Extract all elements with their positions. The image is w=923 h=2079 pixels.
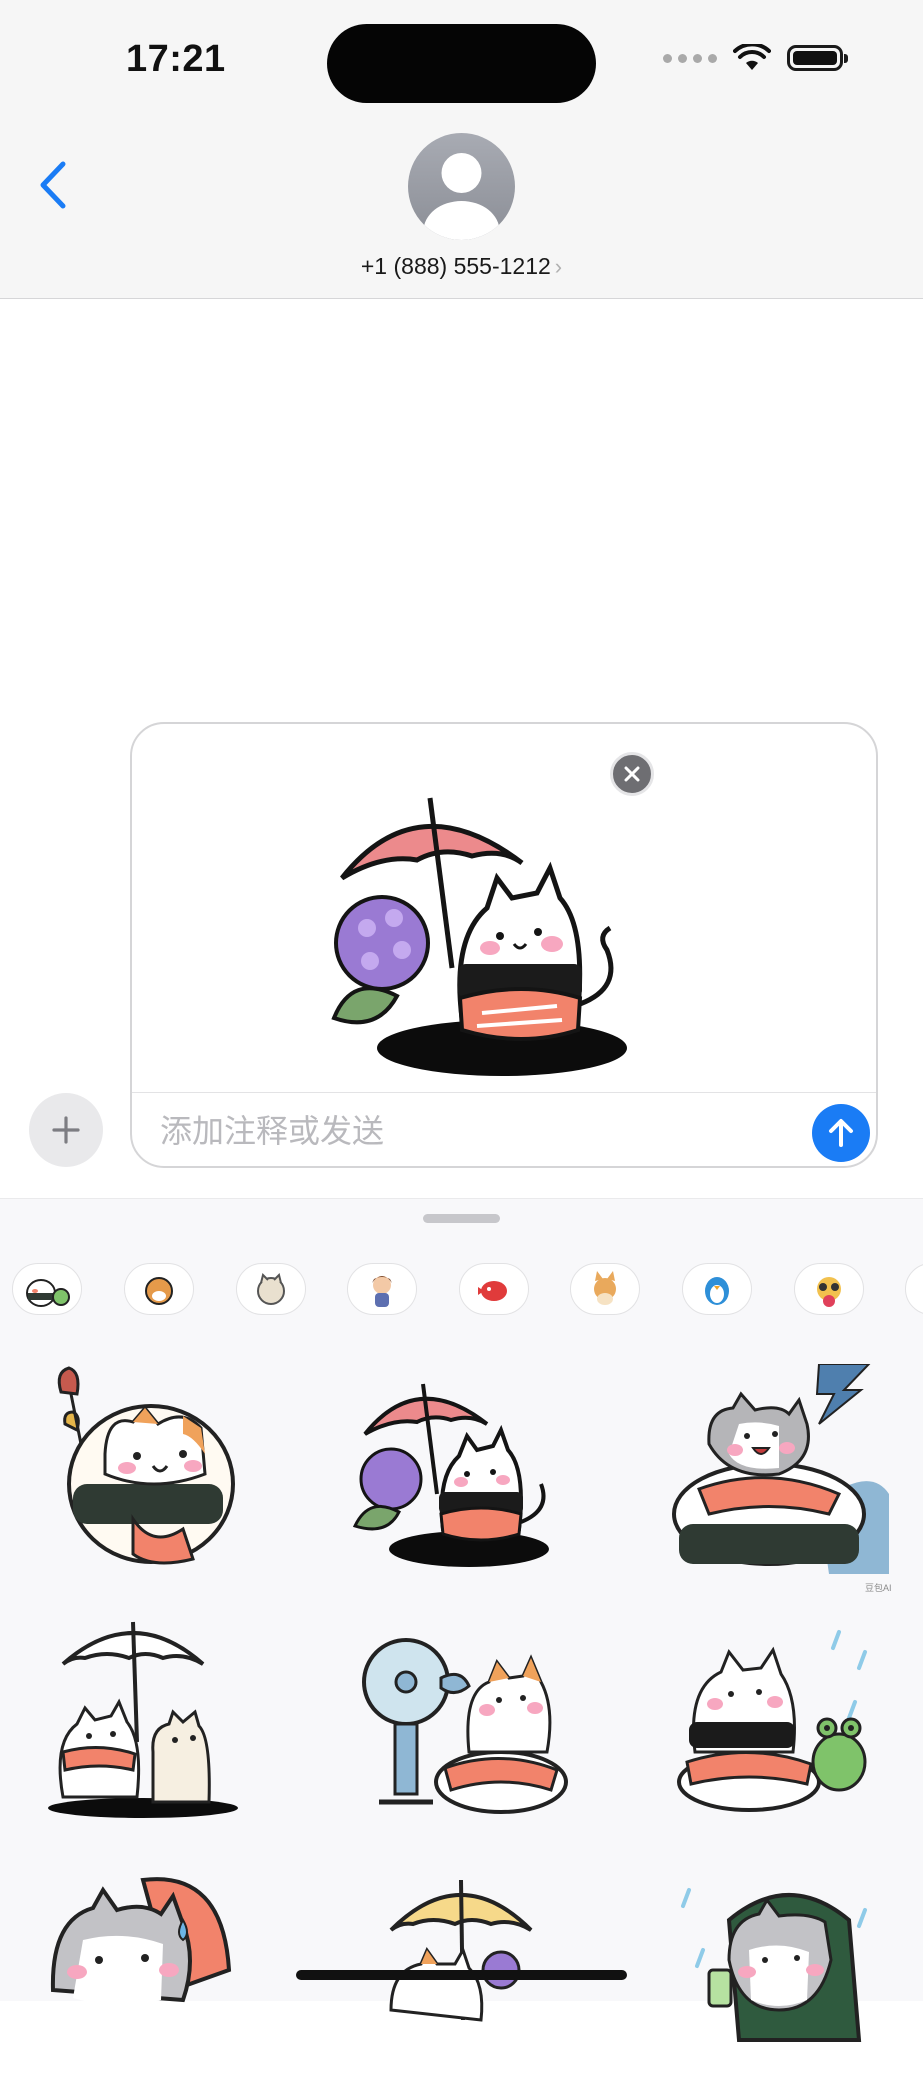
sticker-preview [132,724,876,1093]
gray-cat-salmon-image [672,1364,889,1574]
close-icon [624,766,640,782]
signal-icon [663,53,717,63]
drawer-grabber[interactable] [423,1214,500,1223]
pack-penguin[interactable] [682,1263,752,1315]
remove-sticker-button[interactable] [610,752,654,796]
message-input[interactable] [158,1102,762,1160]
sticker-drawer: 豆包AI [0,1198,923,2042]
home-indicator[interactable] [296,1970,627,1980]
sticker-cat-with-frog-rain[interactable] [654,1603,904,1831]
preview-sticker-image [331,797,627,1076]
sushi-cat-bells-image [57,1366,235,1565]
raccoon-pack-icon [817,1277,841,1307]
rice-cat-white-umbrella-image [48,1621,238,1818]
dynamic-island [327,24,596,103]
contact-name: +1 (888) 555-1212 [360,253,551,279]
sticker-gray-cat-drink-rain[interactable] [654,1851,904,2079]
sticker-cat-with-fan[interactable] [336,1603,586,1831]
pack-sushi-cat[interactable] [12,1263,82,1315]
compose-box [130,722,878,1168]
person-icon [423,153,500,240]
status-icons [663,44,848,72]
sticker-rice-cat-white-umbrella[interactable] [18,1603,268,1831]
plus-icon [52,1116,80,1144]
sticker-cat-yellow-umbrella[interactable] [336,1851,586,2079]
contact-avatar[interactable] [408,133,515,240]
pack-tabby[interactable] [236,1263,306,1315]
pack-red-bird[interactable] [459,1263,529,1315]
cat-frog-rain-image [677,1630,867,1812]
conversation-header: 17:21 +1 (888) 555-1212 › [0,0,923,299]
sticker-grid [18,1355,908,2042]
pack-raccoon[interactable] [794,1263,864,1315]
chevron-right-icon: › [554,254,563,279]
chevron-left-icon [40,161,66,209]
cat-yellow-umbrella-image [389,1879,533,2022]
rice-cat-umbrella-image [352,1383,549,1567]
sticker-gray-cat-salmon-thunder[interactable] [654,1355,904,1583]
watermark-text: 豆包AI [865,1583,892,1593]
battery-icon [787,45,848,71]
shiba-pack-icon [145,1277,173,1305]
gray-cat-sweat-image [50,1877,232,2005]
cat-with-fan-image [362,1638,568,1814]
pack-girl[interactable] [347,1263,417,1315]
sticker-sushi-cat-bells[interactable] [18,1355,268,1583]
status-time: 17:21 [126,38,226,80]
sticker-gray-cat-salmon-sweat[interactable] [18,1851,268,2079]
gray-cat-drink-image [681,1888,867,2042]
penguin-pack-icon [705,1277,729,1305]
corgi-pack-icon [594,1271,616,1305]
back-button[interactable] [26,150,80,220]
red-bird-pack-icon [478,1281,507,1301]
pack-corgi[interactable] [570,1263,640,1315]
girl-pack-icon [372,1276,392,1307]
sushi-cat-pack-icon [26,1279,70,1307]
contact-name-row[interactable]: +1 (888) 555-1212 › [0,253,923,280]
arrow-up-icon [829,1119,853,1147]
pack-more[interactable] [905,1263,923,1315]
tabby-pack-icon [257,1273,285,1305]
apps-plus-button[interactable] [29,1093,103,1167]
send-button[interactable] [812,1104,870,1162]
wifi-icon [733,44,771,70]
sticker-pack-bar [0,1241,923,1337]
pack-shiba[interactable] [124,1263,194,1315]
sticker-rice-cat-umbrella-hydrangea[interactable] [336,1355,586,1583]
